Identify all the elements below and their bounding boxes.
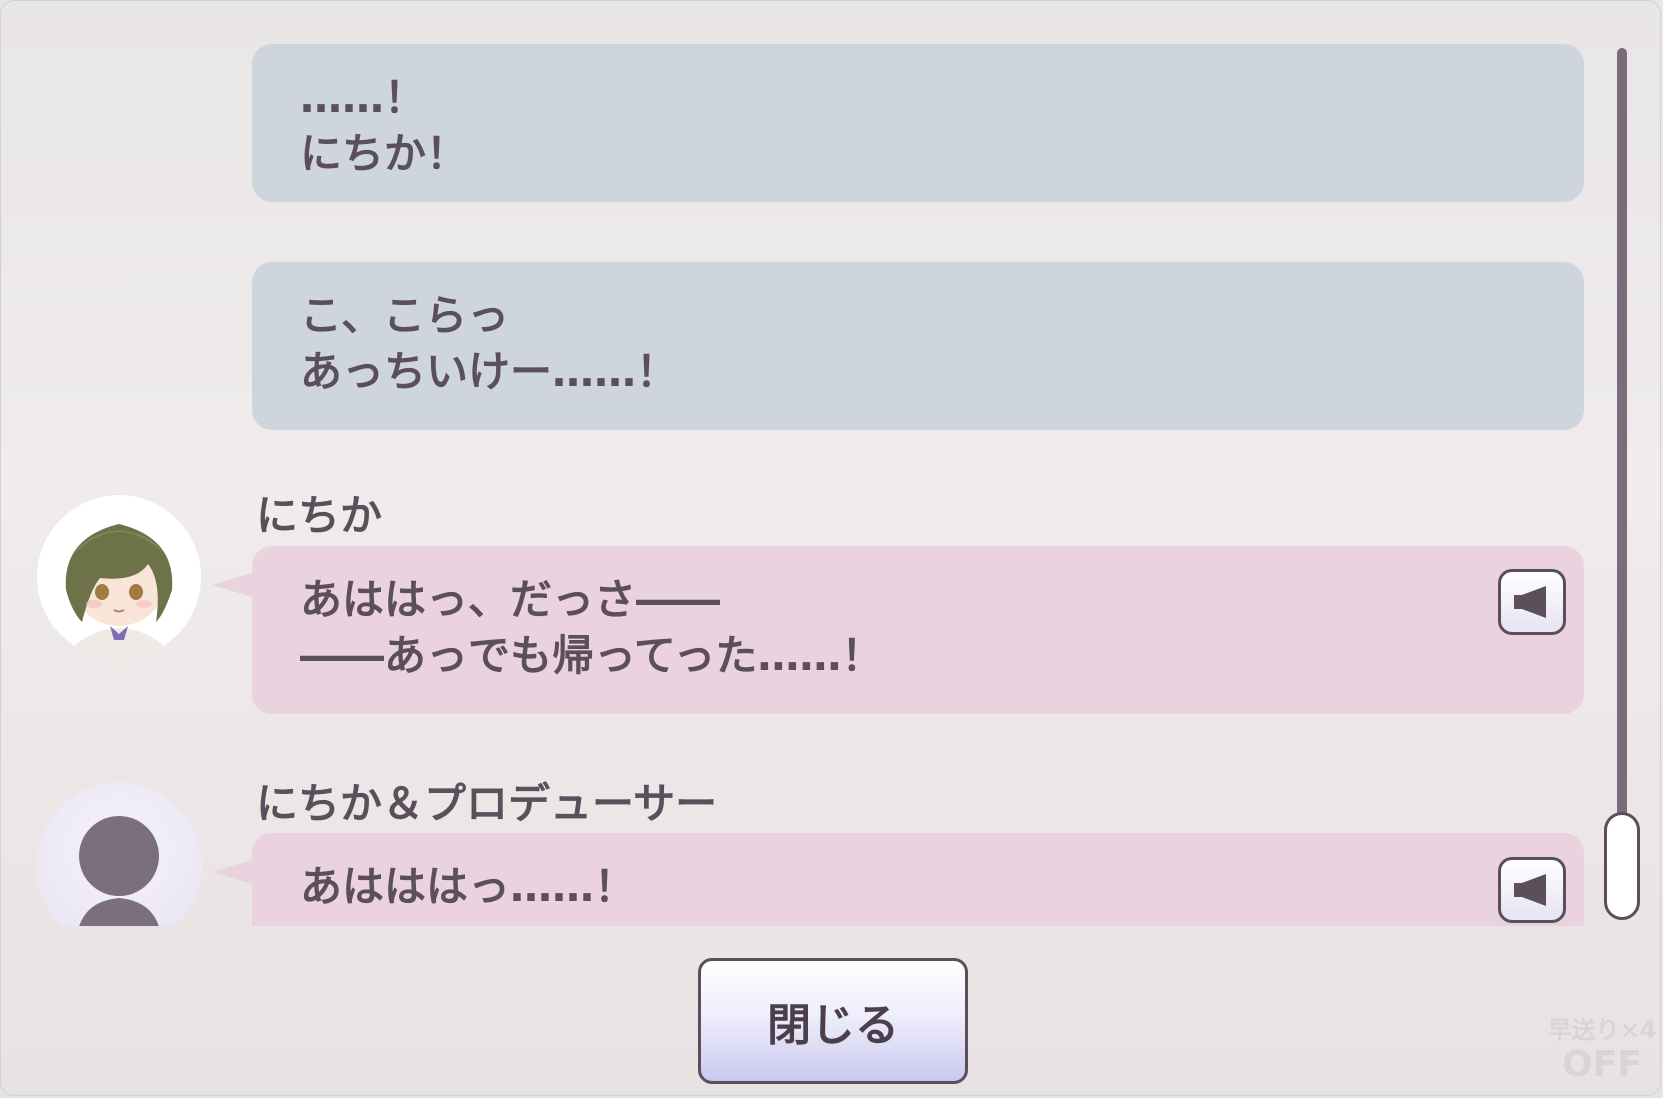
- character-portrait-icon: [37, 495, 201, 660]
- bubble-tail: [212, 860, 252, 884]
- message-line: あははっ、だっさ――: [300, 575, 721, 624]
- speaker-icon: [1514, 874, 1546, 906]
- avatar-silhouette: [36, 782, 202, 926]
- message-line: ――あっでも帰ってった……！: [300, 631, 884, 680]
- narration-bubble: こ、こらっ あっちいけー……！: [252, 262, 1584, 430]
- bubble-tail: [212, 573, 252, 597]
- narration-bubble: ……！ にちか！: [252, 44, 1584, 202]
- message-log[interactable]: ……！ にちか！ こ、こらっ あっちいけー……！ にちか あははっ、だっさ―― …: [0, 0, 1663, 926]
- message-line: あっちいけー……！: [300, 347, 679, 396]
- dialogue-bubble: あははっ、だっさ―― ――あっでも帰ってった……！: [252, 546, 1584, 714]
- avatar-nichika: [36, 494, 202, 660]
- scrollbar-track[interactable]: [1617, 48, 1627, 916]
- message-line: あはははっ……！: [300, 862, 637, 911]
- speaker-icon: [1514, 586, 1546, 618]
- close-button[interactable]: 閉じる: [698, 958, 968, 1084]
- voice-replay-button[interactable]: [1498, 857, 1566, 923]
- message-line: こ、こらっ: [300, 291, 510, 340]
- scrollbar-thumb[interactable]: [1604, 812, 1640, 920]
- fast-forward-toggle[interactable]: 早送り×4 OFF: [1541, 994, 1663, 1098]
- dialogue-bubble: あはははっ……！: [252, 833, 1584, 926]
- message-line: ……！: [300, 73, 427, 122]
- speaker-name: にちか: [256, 491, 383, 540]
- voice-replay-button[interactable]: [1498, 569, 1566, 635]
- close-button-label: 閉じる: [767, 1000, 899, 1051]
- person-silhouette-icon: [79, 816, 159, 926]
- speaker-name: にちか＆プロデューサー: [256, 779, 718, 828]
- fast-forward-label: 早送り×4: [1547, 1016, 1657, 1044]
- message-line: にちか！: [300, 129, 469, 178]
- fast-forward-state: OFF: [1562, 1044, 1642, 1085]
